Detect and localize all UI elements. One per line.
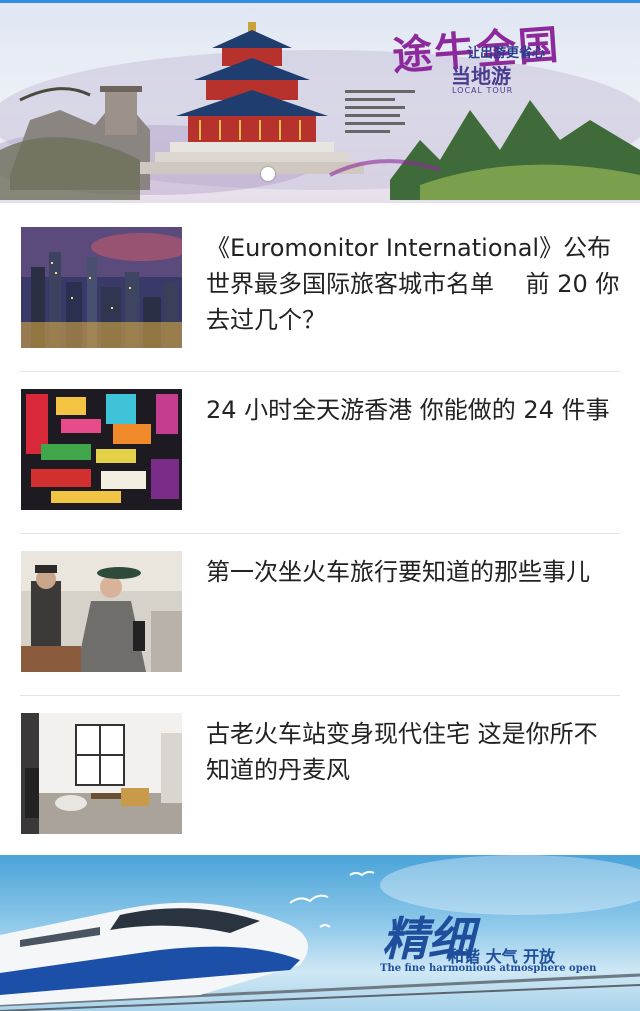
news-title[interactable]: 24 小时全天游香港 你能做的 24 件事 bbox=[206, 392, 620, 428]
banner-local-tour-en: LOCAL TOUR bbox=[452, 86, 514, 95]
banner-slogan-en: The fine harmonious atmosphere open bbox=[380, 963, 597, 974]
news-list: 《Euromonitor International》公布世界最多国际旅客城市名… bbox=[20, 210, 620, 858]
news-title[interactable]: 《Euromonitor International》公布世界最多国际旅客城市名… bbox=[206, 230, 620, 338]
high-speed-train-illustration bbox=[0, 855, 640, 1011]
list-item[interactable]: 第一次坐火车旅行要知道的那些事儿 bbox=[20, 534, 620, 696]
list-item[interactable]: 24 小时全天游香港 你能做的 24 件事 bbox=[20, 372, 620, 534]
top-banner[interactable]: 途牛全国 让出游更省心 当地游 LOCAL TOUR bbox=[0, 0, 640, 203]
carousel-indicator-dot[interactable] bbox=[261, 167, 275, 181]
danish-interior-room-image bbox=[21, 713, 182, 834]
hong-kong-neon-signs-image bbox=[21, 389, 182, 510]
banner-local-tour: 当地游 bbox=[451, 64, 511, 88]
vintage-train-travelers-image bbox=[21, 551, 182, 672]
list-item[interactable]: 古老火车站变身现代住宅 这是你所不知道的丹麦风 bbox=[20, 696, 620, 858]
banner-subtitle: 让出游更省心 bbox=[467, 46, 546, 61]
bottom-banner[interactable]: 精细 和谐 大气 开放 The fine harmonious atmosphe… bbox=[0, 855, 640, 1011]
news-title[interactable]: 第一次坐火车旅行要知道的那些事儿 bbox=[206, 554, 620, 590]
city-night-skyline-image bbox=[21, 227, 182, 348]
news-title[interactable]: 古老火车站变身现代住宅 这是你所不知道的丹麦风 bbox=[206, 716, 620, 788]
list-item[interactable]: 《Euromonitor International》公布世界最多国际旅客城市名… bbox=[20, 210, 620, 372]
